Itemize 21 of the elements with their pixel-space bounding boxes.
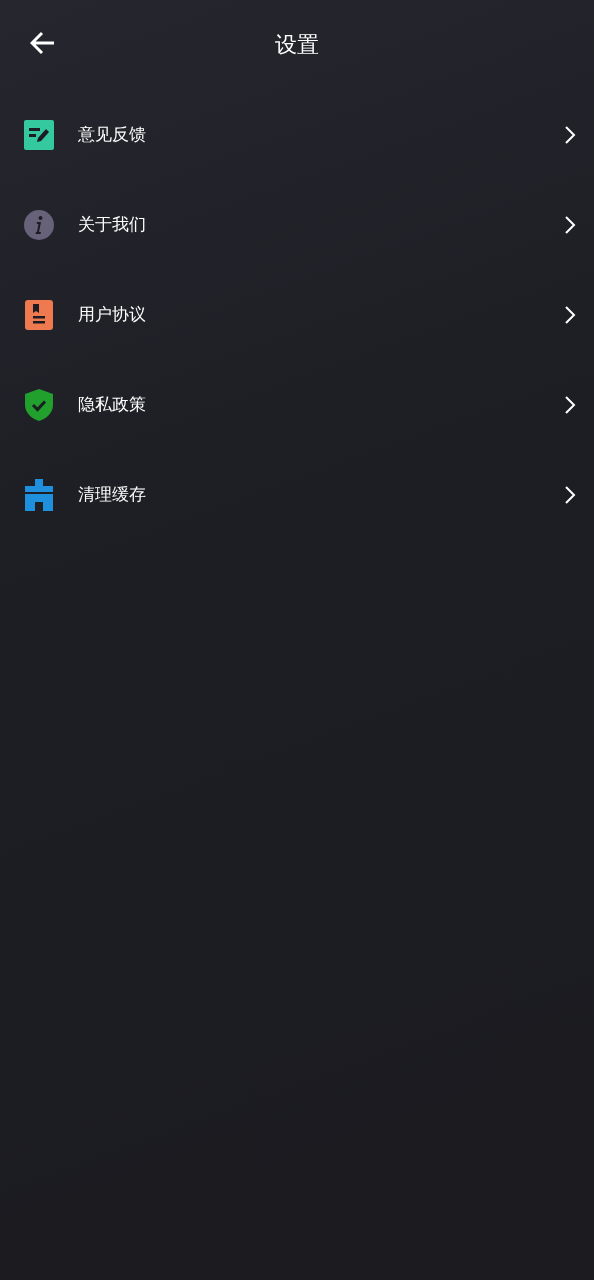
back-arrow-icon [30,31,56,55]
chevron-right-icon [564,305,576,325]
edit-note-icon [24,120,54,150]
item-label: 隐私政策 [78,393,147,417]
item-label: 用户协议 [78,303,147,327]
item-label: 关于我们 [78,213,147,237]
item-label: 意见反馈 [78,123,147,147]
settings-item[interactable]: 用户协议 [0,270,594,360]
chevron-right-icon [564,125,576,145]
item-label: 清理缓存 [78,483,147,507]
chevron-right-icon [564,485,576,505]
info-icon [24,210,54,240]
settings-item[interactable]: 清理缓存 [0,450,594,540]
settings-item[interactable]: 意见反馈 [0,90,594,180]
shield-check-icon [25,389,53,421]
chevron-right-icon [564,395,576,415]
document-icon [25,300,53,330]
chevron-right-icon [564,215,576,235]
page-title: 设置 [275,34,319,56]
settings-item[interactable]: 关于我们 [0,180,594,270]
settings-item[interactable]: 隐私政策 [0,360,594,450]
